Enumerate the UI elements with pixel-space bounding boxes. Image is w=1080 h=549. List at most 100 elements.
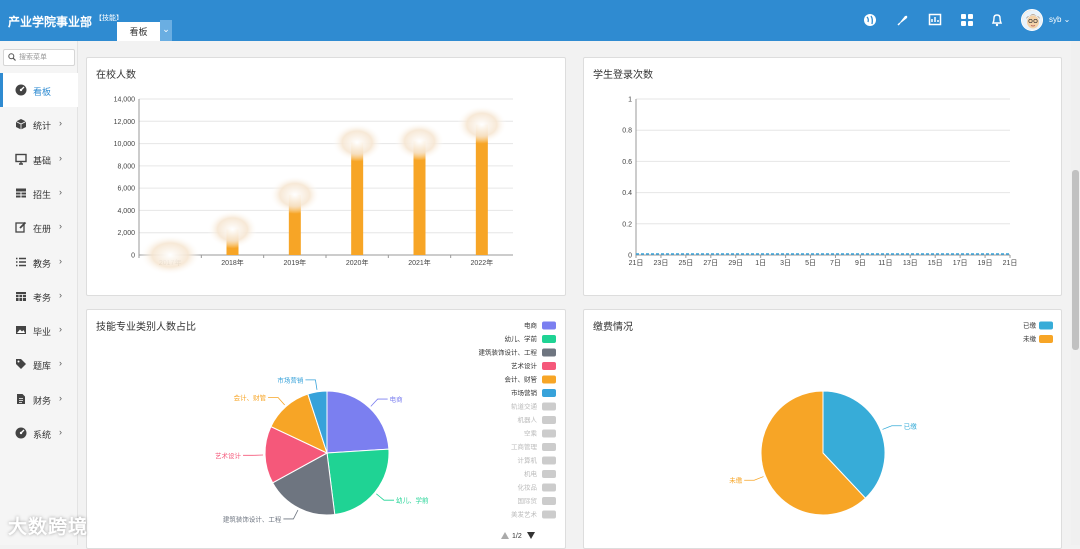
legend-label-disabled: 机器人: [518, 415, 538, 424]
sidebar-item-label: 教务: [33, 257, 51, 270]
list-icon: [15, 256, 27, 268]
bar: [476, 125, 488, 255]
top-bar: 产业学院事业部【技能】 看板 ⌄ syb ⌄: [0, 0, 1080, 41]
x-tick-label: 23日: [654, 259, 669, 267]
bell-icon[interactable]: [990, 13, 1004, 27]
bar-chart-students: 02,0004,0006,0008,00010,00012,00014,0002…: [87, 58, 565, 295]
legend-swatch: [1039, 322, 1053, 330]
chevron-right-icon: ›: [59, 290, 62, 300]
y-tick-label: 12,000: [114, 119, 136, 126]
chevron-right-icon: ›: [59, 324, 62, 334]
sidebar-item-9[interactable]: 财务›: [0, 382, 78, 416]
legend-swatch-disabled: [542, 403, 556, 411]
pie-slice: [327, 449, 389, 514]
monitor-chart-icon[interactable]: [928, 13, 942, 27]
legend-next-icon: [527, 532, 535, 539]
legend-swatch: [542, 389, 556, 397]
chevron-right-icon: ›: [59, 221, 62, 231]
legend-label: 电商: [524, 321, 538, 330]
sidebar-item-5[interactable]: 教务 ›: [0, 245, 78, 279]
sidebar-item-10[interactable]: 系统›: [0, 416, 78, 450]
file-icon: [15, 393, 27, 405]
calendar-icon: [15, 290, 27, 302]
search-input[interactable]: 搜索菜单: [3, 49, 75, 66]
sidebar-item-label: 在册: [33, 222, 51, 235]
x-tick-label: 11日: [878, 259, 892, 267]
x-tick-label: 27日: [703, 259, 718, 267]
x-tick-label: 21日: [629, 259, 644, 267]
sidebar-item-2[interactable]: 基础 ›: [0, 142, 78, 176]
line-chart-logins: 00.20.40.60.8121日23日25日27日29日1日3日5日7日9日1…: [584, 58, 1061, 295]
rocket-icon[interactable]: [896, 13, 910, 27]
scrollbar-thumb[interactable]: [1072, 170, 1079, 350]
legend-label: 未缴: [1023, 334, 1037, 343]
x-tick-label: 21日: [1003, 259, 1018, 267]
sidebar-item-label: 系统: [33, 428, 51, 441]
pie-label: 会计、财管: [234, 393, 267, 402]
x-tick-label: 2019年: [284, 258, 307, 267]
sidebar-item-8[interactable]: 题库›: [0, 347, 78, 381]
sidebar-item-7[interactable]: 毕业 ›: [0, 313, 78, 347]
legend-swatch-disabled: [542, 470, 556, 478]
legend-swatch: [1039, 335, 1053, 343]
pie-slice: [327, 391, 389, 453]
sidebar-item-label: 看板: [33, 85, 51, 98]
pie-label: 建筑装饰设计、工程: [223, 514, 282, 523]
legend-label: 市场营销: [511, 388, 538, 397]
sidebar-item-label: 基础: [33, 154, 51, 167]
bar-glow: [395, 122, 445, 160]
bar-glow: [140, 235, 200, 275]
avatar[interactable]: [1021, 9, 1043, 31]
chevron-right-icon: ›: [59, 393, 62, 403]
panel-logins: 学生登录次数 00.20.40.60.8121日23日25日27日29日1日3日…: [583, 57, 1062, 296]
legend-prev-icon: [501, 532, 509, 539]
legend-page: 1/2: [512, 533, 522, 540]
y-tick-label: 0.4: [622, 190, 632, 197]
sidebar-item-label: 考务: [33, 291, 51, 304]
sidebar-item-0[interactable]: 看板: [0, 73, 78, 107]
y-tick-label: 0: [131, 253, 135, 260]
x-tick-label: 5日: [805, 259, 816, 267]
legend-label: 幼儿、学前: [505, 334, 538, 343]
y-tick-label: 2,000: [117, 230, 135, 237]
x-tick-label: 2020年: [346, 258, 369, 267]
sidebar-item-3[interactable]: 招生›: [0, 176, 78, 210]
legend-label: 艺术设计: [511, 361, 538, 370]
chevron-right-icon: ›: [59, 153, 62, 163]
sidebar-item-label: 招生: [33, 188, 51, 201]
legend-label-disabled: 轨道交通: [511, 402, 538, 411]
sidebar-item-1[interactable]: 统计 ›: [0, 107, 78, 141]
sidebar-item-label: 题库: [33, 359, 51, 372]
globe-icon[interactable]: [863, 13, 877, 27]
x-tick-label: 13日: [903, 259, 918, 267]
pie-label-line: [371, 399, 388, 406]
legend-swatch: [542, 376, 556, 384]
sidebar-item-6[interactable]: 考务 ›: [0, 279, 78, 313]
sidebar-item-label: 毕业: [33, 325, 51, 338]
x-tick-label: 15日: [928, 259, 943, 267]
legend-swatch-disabled: [542, 497, 556, 505]
legend-label-disabled: 美发艺术: [511, 510, 538, 519]
x-tick-label: 9日: [855, 259, 866, 267]
user-menu[interactable]: syb ⌄: [1049, 15, 1070, 24]
x-tick-label: 2022年: [471, 258, 494, 267]
sidebar-item-label: 统计: [33, 119, 51, 132]
app-title: 产业学院事业部【技能】: [8, 13, 123, 30]
x-tick-label: 2018年: [221, 258, 244, 267]
legend-swatch: [542, 349, 556, 357]
legend-swatch-disabled: [542, 416, 556, 424]
sidebar-item-4[interactable]: 在册 ›: [0, 210, 78, 244]
y-tick-label: 14,000: [114, 97, 136, 104]
pie-label-line: [305, 380, 317, 390]
dashboard-icon: [15, 427, 27, 439]
legend-label-disabled: 机电: [524, 469, 538, 478]
bar-glow: [332, 123, 382, 161]
chevron-right-icon: ›: [59, 256, 62, 266]
chevron-right-icon: ›: [59, 118, 62, 128]
y-tick-label: 0.6: [622, 159, 632, 166]
pie-label: 艺术设计: [215, 451, 242, 460]
tab-dropdown-button[interactable]: ⌄: [160, 20, 172, 41]
pie-label: 电商: [390, 395, 404, 404]
tab-dashboard[interactable]: 看板: [117, 20, 160, 41]
grid-icon[interactable]: [960, 13, 974, 27]
